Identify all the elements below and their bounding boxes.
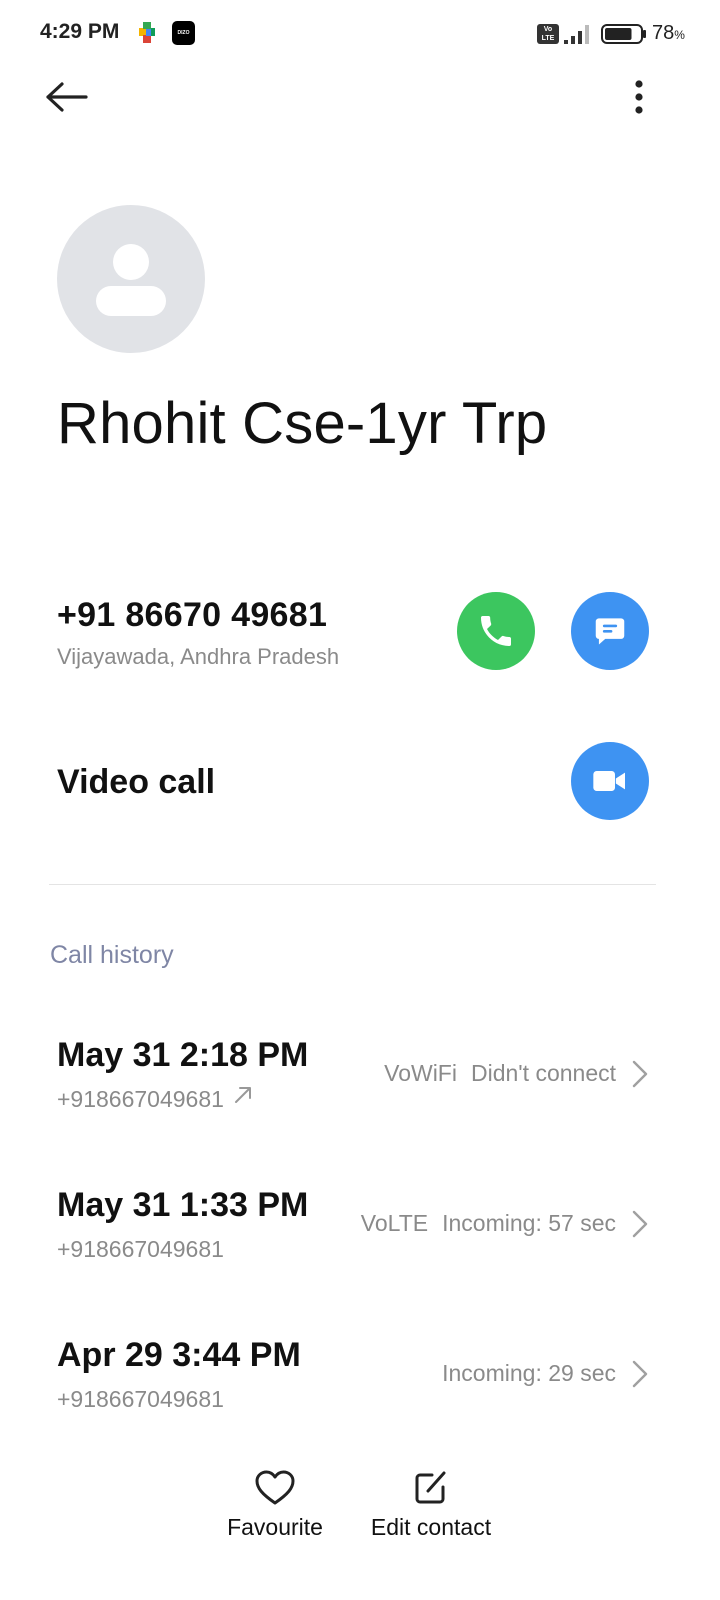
chevron-right-icon bbox=[632, 1060, 648, 1088]
call-date: May 31 1:33 PM bbox=[57, 1186, 309, 1224]
edit-contact-label: Edit contact bbox=[370, 1514, 492, 1540]
contact-avatar bbox=[57, 205, 205, 353]
dizo-app-icon: DIZO bbox=[172, 21, 195, 45]
call-result: Didn't connect bbox=[470, 1060, 616, 1086]
call-number: +918667049681 bbox=[57, 1086, 224, 1112]
heart-icon bbox=[255, 1470, 295, 1505]
call-date: Apr 29 3:44 PM bbox=[57, 1336, 301, 1374]
call-history-item[interactable]: May 31 1:33 PM +918667049681 VoLTE Incomi… bbox=[0, 1186, 720, 1306]
battery-icon bbox=[601, 24, 646, 44]
chevron-right-icon bbox=[632, 1360, 648, 1388]
signal-strength-icon bbox=[564, 25, 589, 44]
person-placeholder-icon bbox=[96, 244, 166, 316]
call-button[interactable] bbox=[457, 592, 535, 670]
chevron-right-icon bbox=[632, 1210, 648, 1238]
call-number: +918667049681 bbox=[57, 1386, 224, 1412]
more-options-button[interactable] bbox=[620, 74, 660, 120]
battery-percentage: 78% bbox=[652, 22, 685, 44]
video-call-button[interactable] bbox=[571, 742, 649, 820]
edit-contact-button[interactable]: Edit contact bbox=[364, 1468, 498, 1552]
contact-name: Rhohit Cse-1yr Trp bbox=[57, 391, 548, 456]
call-date: May 31 2:18 PM bbox=[57, 1036, 309, 1074]
call-history-item[interactable]: May 31 2:18 PM +918667049681 VoWiFi Didn'… bbox=[0, 1036, 720, 1156]
message-button[interactable] bbox=[571, 592, 649, 670]
call-status: VoWiFi Didn't connect bbox=[384, 1060, 616, 1087]
call-network: VoLTE bbox=[360, 1210, 429, 1236]
call-number: +918667049681 bbox=[57, 1236, 224, 1262]
call-status: Incoming: 29 sec bbox=[442, 1360, 616, 1387]
back-arrow-icon bbox=[46, 82, 88, 112]
call-result: Incoming: 57 sec bbox=[442, 1210, 616, 1236]
call-history-title: Call history bbox=[50, 941, 174, 969]
volte-icon: Vo LTE bbox=[537, 24, 559, 44]
call-network: VoWiFi bbox=[384, 1060, 457, 1086]
phone-location: Vijayawada, Andhra Pradesh bbox=[57, 644, 340, 669]
call-result: Incoming: 29 sec bbox=[442, 1360, 616, 1386]
more-vertical-icon bbox=[635, 80, 643, 114]
app-notification-icon bbox=[139, 22, 155, 43]
back-button[interactable] bbox=[40, 74, 92, 120]
call-status: VoLTE Incoming: 57 sec bbox=[361, 1210, 616, 1237]
status-bar: 4:29 PM DIZO Vo LTE 78% bbox=[0, 0, 720, 68]
message-icon bbox=[595, 618, 625, 645]
edit-icon bbox=[415, 1471, 446, 1504]
call-history-item[interactable]: Apr 29 3:44 PM +918667049681 Incoming: 2… bbox=[0, 1336, 720, 1456]
outgoing-arrow-icon bbox=[235, 1087, 251, 1103]
phone-icon bbox=[481, 616, 511, 646]
favourite-label: Favourite bbox=[227, 1514, 323, 1540]
video-call-label[interactable]: Video call bbox=[57, 763, 215, 802]
contact-detail-screen: 4:29 PM DIZO Vo LTE 78% Rhohit Cse-1yr T… bbox=[0, 0, 720, 1600]
favourite-button[interactable]: Favourite bbox=[220, 1468, 330, 1552]
phone-number[interactable]: +91 86670 49681 bbox=[57, 596, 327, 635]
divider bbox=[49, 884, 656, 885]
video-camera-icon bbox=[593, 771, 625, 791]
status-time: 4:29 PM bbox=[40, 20, 120, 43]
